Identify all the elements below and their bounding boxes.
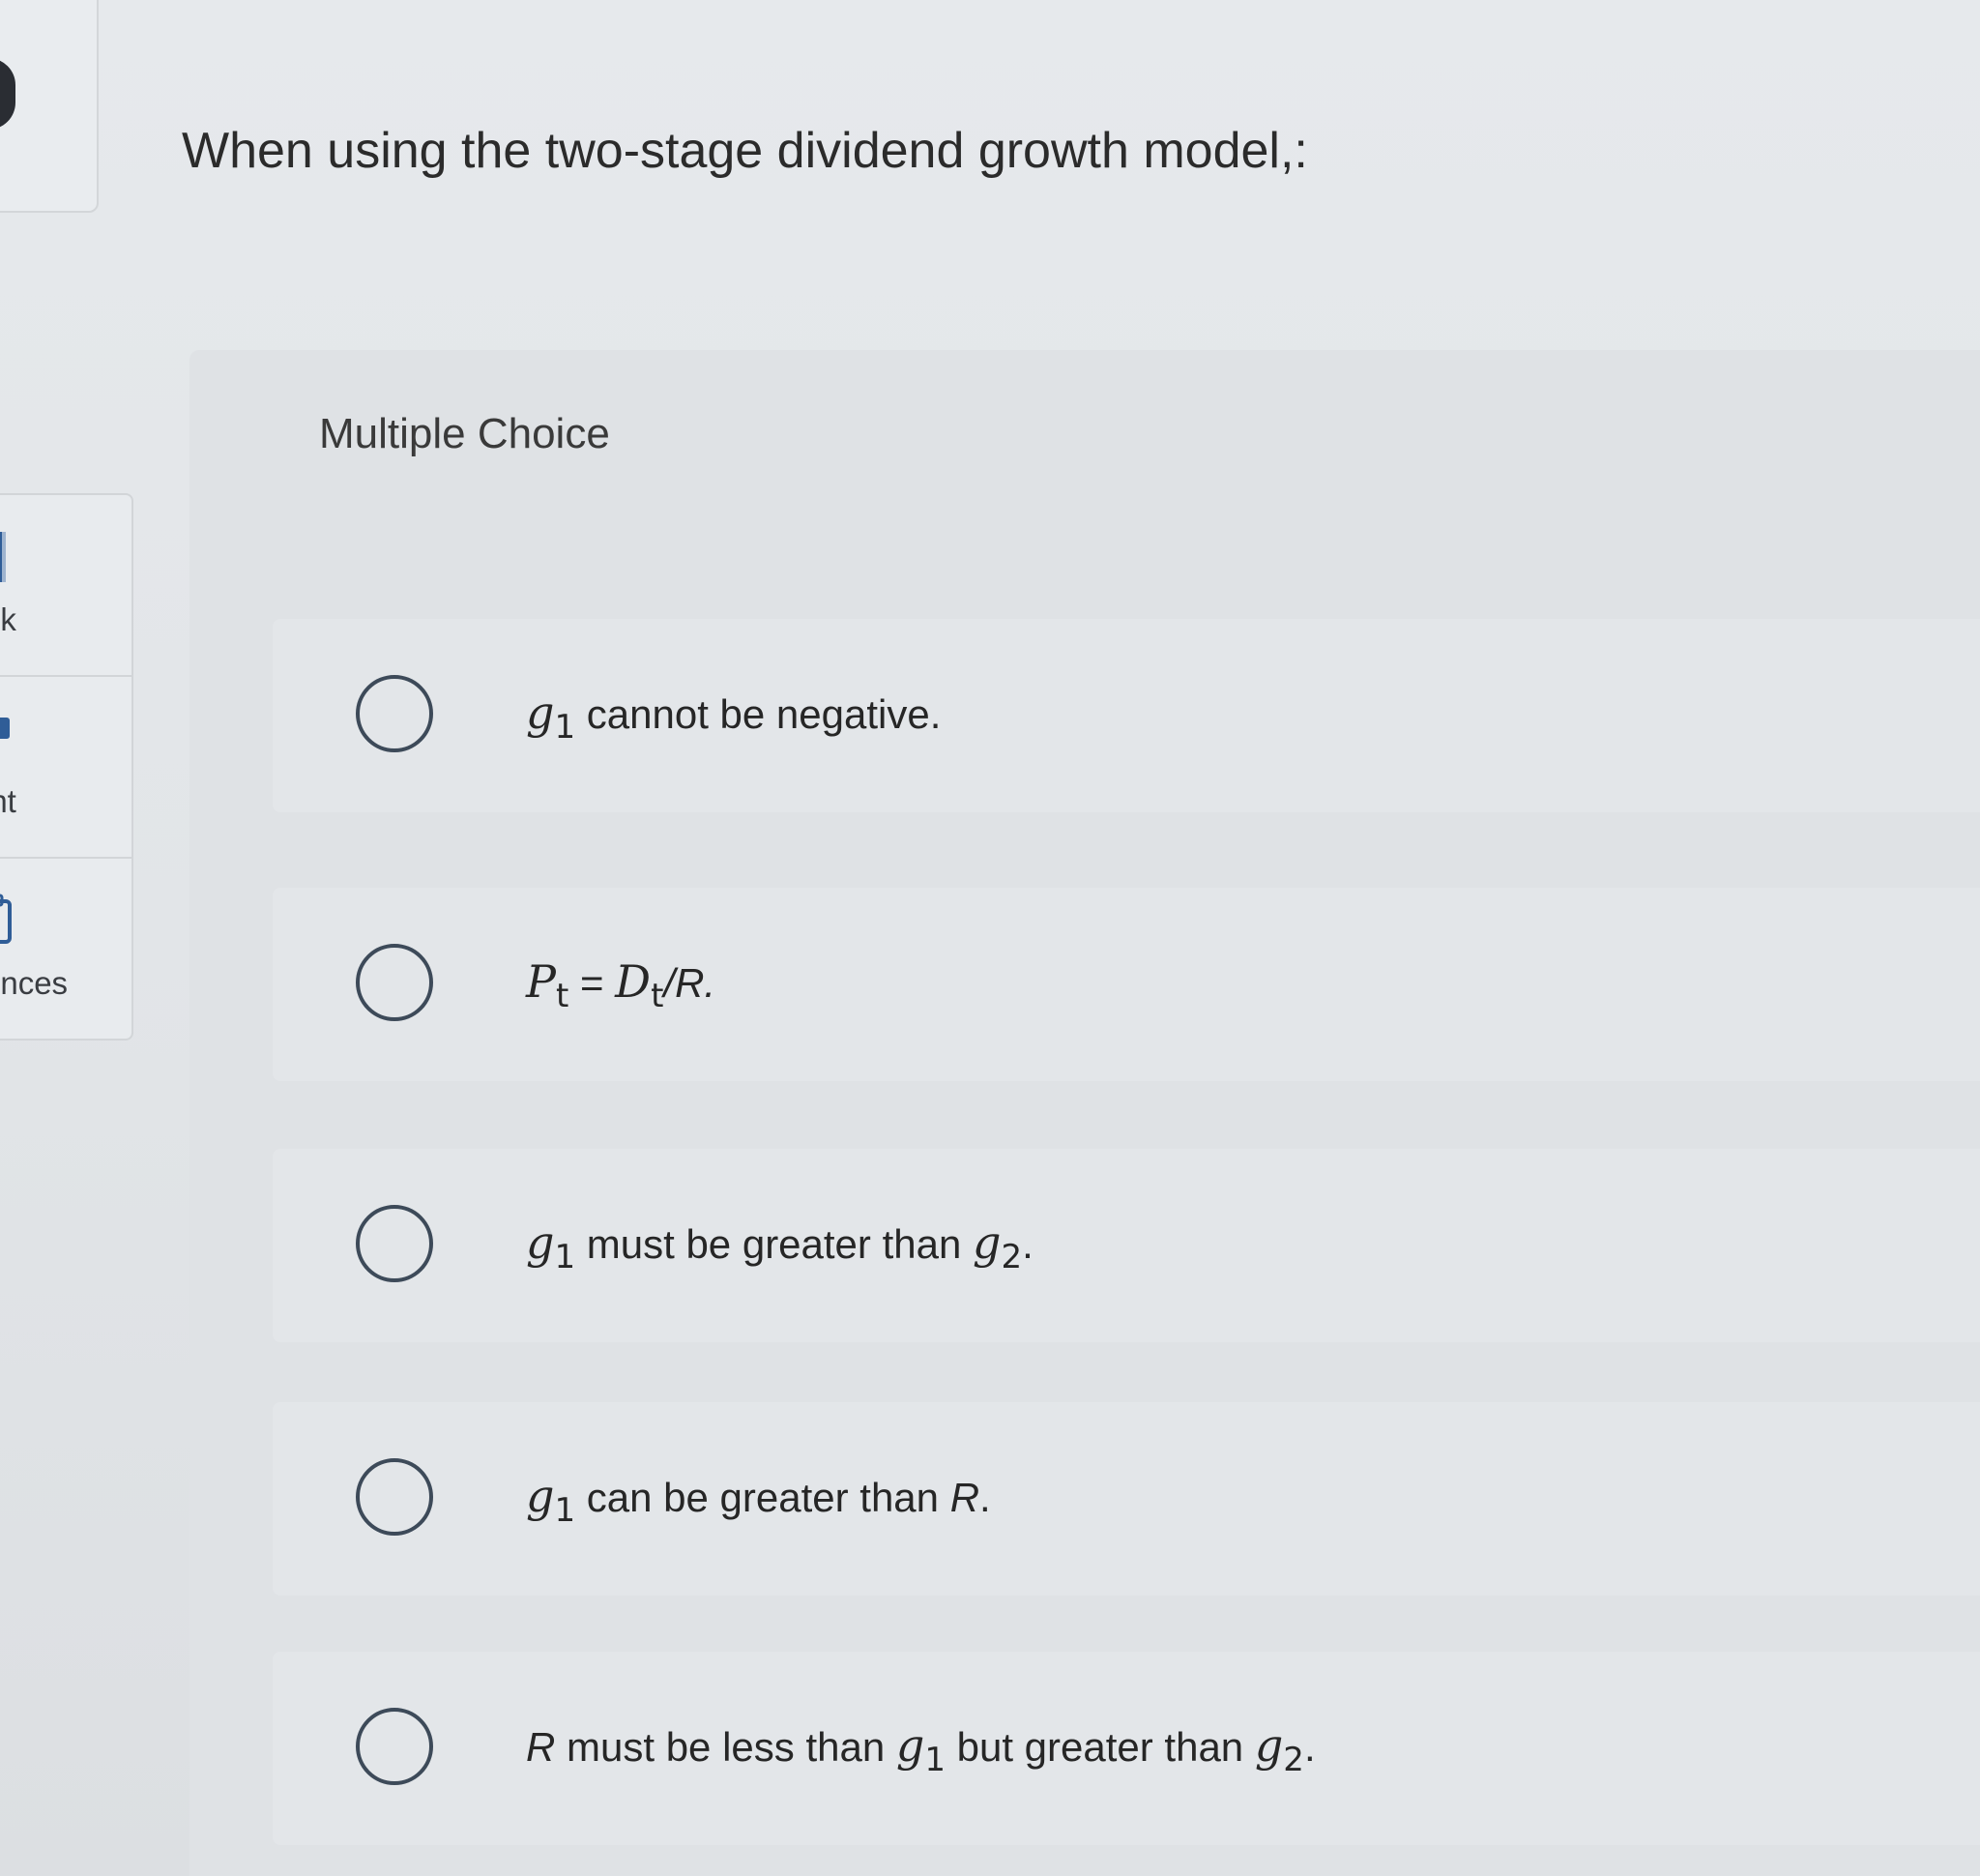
sidebar-item-references[interactable]: ences (0, 859, 131, 1039)
option-text: R must be less than g1 but greater than … (526, 1719, 1316, 1779)
question-type-label: Multiple Choice (319, 410, 610, 457)
radio-button[interactable] (356, 1205, 433, 1282)
radio-button[interactable] (356, 675, 433, 752)
sidebar-item-print[interactable]: int (0, 677, 131, 859)
option-text: g1 must be greater than g2. (526, 1216, 1034, 1276)
sidebar-item-ebook[interactable]: ok (0, 495, 131, 677)
option-text: g1 can be greater than R. (526, 1470, 991, 1530)
sidebar-item-label: ok (0, 601, 16, 637)
answer-option-d[interactable]: g1 can be greater than R. (273, 1402, 1980, 1596)
option-text: Pt = Dt/R. (526, 955, 716, 1015)
option-text: g1 cannot be negative. (526, 687, 942, 747)
sidebar-item-label: int (0, 783, 16, 819)
answer-option-a[interactable]: g1 cannot be negative. (273, 619, 1980, 812)
print-icon (0, 718, 10, 739)
question-text: When using the two-stage dividend growth… (182, 123, 1308, 179)
answer-panel (189, 350, 1980, 1876)
book-icon (0, 532, 6, 582)
sidebar-item-label: ences (0, 965, 69, 1001)
references-icon (0, 894, 12, 944)
radio-button[interactable] (356, 1458, 433, 1536)
sidebar: ok int ences (0, 0, 135, 1876)
answer-option-c[interactable]: g1 must be greater than g2. (273, 1149, 1980, 1342)
sidebar-tools: ok int ences (0, 493, 133, 1041)
answer-option-b[interactable]: Pt = Dt/R. (273, 888, 1980, 1081)
answer-option-e[interactable]: R must be less than g1 but greater than … (273, 1652, 1980, 1845)
radio-button[interactable] (356, 944, 433, 1021)
radio-button[interactable] (356, 1708, 433, 1785)
